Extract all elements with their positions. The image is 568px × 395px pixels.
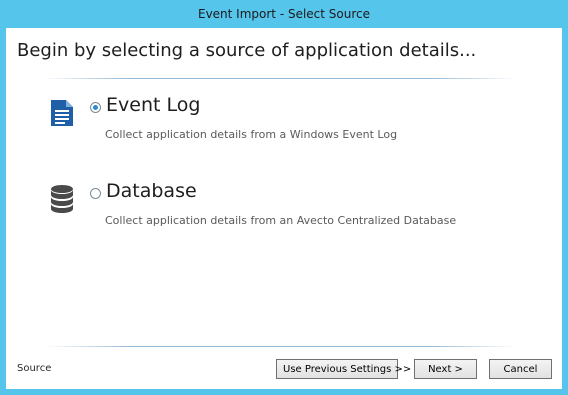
page-heading: Begin by selecting a source of applicati…: [17, 40, 477, 61]
database-description: Collect application details from an Avec…: [105, 214, 457, 227]
use-previous-settings-button[interactable]: Use Previous Settings >>: [276, 359, 411, 379]
event-log-label[interactable]: Event Log: [106, 94, 200, 116]
dialog-window: Event Import - Select Source Begin by se…: [0, 0, 568, 395]
dialog-content: Begin by selecting a source of applicati…: [6, 28, 562, 389]
event-log-radio[interactable]: [90, 102, 101, 113]
footer-divider: [46, 346, 516, 347]
header-divider: [42, 78, 517, 79]
database-label[interactable]: Database: [106, 180, 197, 202]
event-log-description: Collect application details from a Windo…: [105, 128, 398, 141]
next-button[interactable]: Next >: [414, 359, 477, 379]
step-label: Source: [17, 363, 52, 374]
database-icon: [49, 184, 75, 214]
window-title: Event Import - Select Source: [0, 0, 568, 28]
database-radio[interactable]: [90, 188, 101, 199]
source-option-database[interactable]: Database Collect application details fro…: [6, 180, 562, 240]
document-icon: [49, 98, 75, 128]
source-option-event-log[interactable]: Event Log Collect application details fr…: [6, 94, 562, 154]
cancel-button[interactable]: Cancel: [489, 359, 552, 379]
